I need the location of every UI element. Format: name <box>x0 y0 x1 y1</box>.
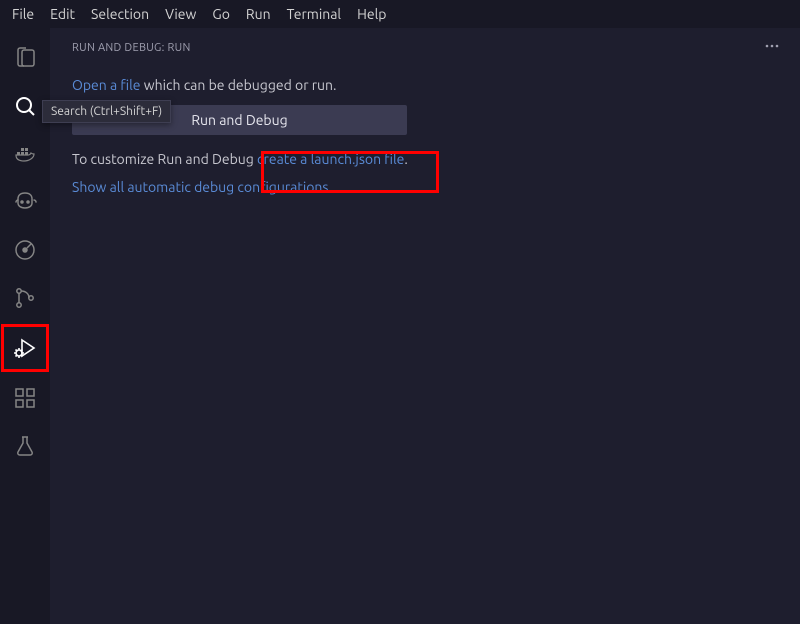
open-file-line: Open a file which can be debugged or run… <box>72 75 778 95</box>
sidebar-more-actions[interactable] <box>758 38 786 57</box>
activity-run-and-debug[interactable] <box>1 324 49 372</box>
menu-run[interactable]: Run <box>238 2 279 26</box>
ellipsis-icon <box>764 38 780 54</box>
activity-explorer[interactable] <box>1 34 49 82</box>
activity-copilot[interactable] <box>1 178 49 226</box>
activity-docker[interactable] <box>1 130 49 178</box>
show-all-suffix: . <box>329 179 332 195</box>
docker-icon <box>13 142 37 166</box>
sidebar-header: RUN AND DEBUG: RUN <box>50 28 800 67</box>
menu-view[interactable]: View <box>157 2 204 26</box>
activity-source-control[interactable] <box>1 274 49 322</box>
source-control-icon <box>13 286 37 310</box>
activity-extensions[interactable] <box>1 374 49 422</box>
open-file-link[interactable]: Open a file <box>72 77 141 93</box>
activity-remote-explorer[interactable] <box>1 226 49 274</box>
create-launch-json-link[interactable]: create a launch.json file <box>257 151 404 167</box>
menubar: File Edit Selection View Go Run Terminal… <box>0 0 800 28</box>
extensions-icon <box>13 386 37 410</box>
sidebar-content: Open a file which can be debugged or run… <box>50 67 800 205</box>
menu-terminal[interactable]: Terminal <box>279 2 350 26</box>
customize-prefix: To customize Run and Debug <box>72 151 257 167</box>
show-all-line: Show all automatic debug configurations. <box>72 177 778 197</box>
sidebar-title: RUN AND DEBUG: RUN <box>72 42 191 54</box>
menu-file[interactable]: File <box>4 2 42 26</box>
menu-go[interactable]: Go <box>204 2 237 26</box>
show-all-automatic-link[interactable]: Show all automatic debug configurations <box>72 179 329 195</box>
open-file-rest: which can be debugged or run. <box>141 77 337 93</box>
remote-icon <box>13 238 37 262</box>
search-tooltip: Search (Ctrl+Shift+F) <box>42 100 171 123</box>
menu-edit[interactable]: Edit <box>42 2 83 26</box>
customize-suffix: . <box>404 151 407 167</box>
copilot-icon <box>13 190 37 214</box>
files-icon <box>13 46 37 70</box>
menu-help[interactable]: Help <box>349 2 394 26</box>
menu-selection[interactable]: Selection <box>83 2 157 26</box>
activity-testing[interactable] <box>1 422 49 470</box>
customize-line: To customize Run and Debug create a laun… <box>72 149 778 169</box>
testing-icon <box>13 434 37 458</box>
run-debug-icon <box>13 336 37 360</box>
search-icon <box>13 94 37 118</box>
